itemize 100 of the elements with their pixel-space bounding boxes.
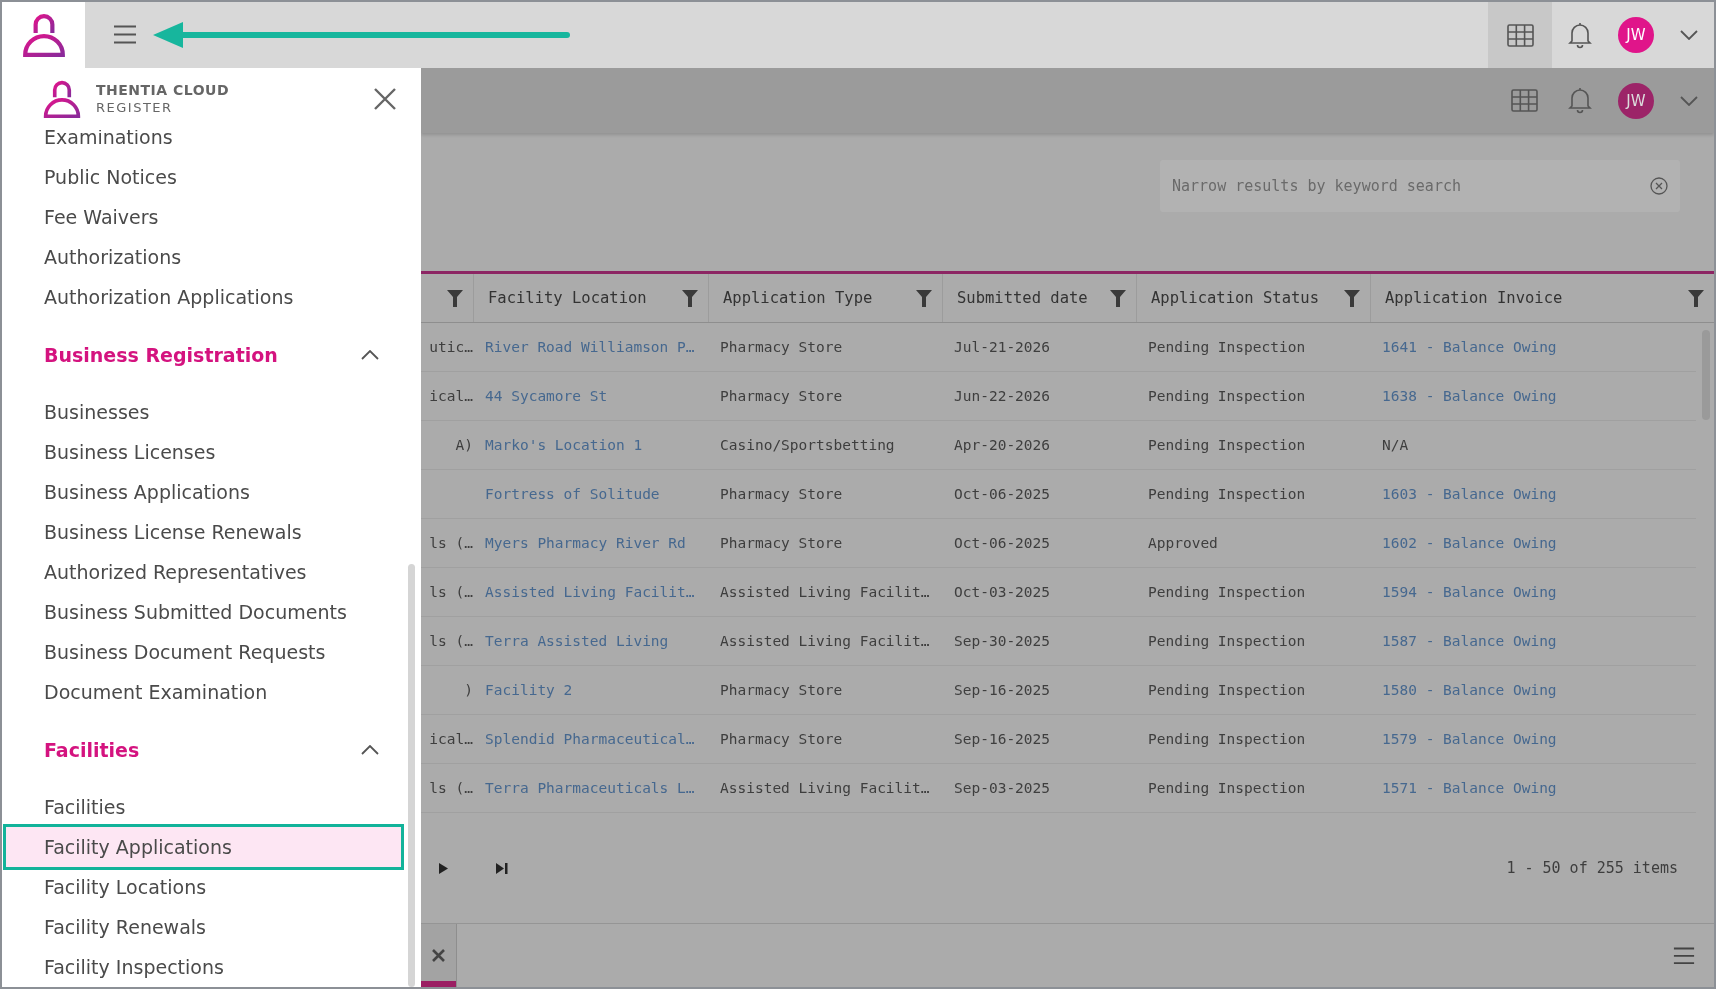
table-cell-text: utic… [428, 338, 473, 357]
menu-icon [113, 25, 137, 45]
table-cell-text: ls (… [428, 779, 473, 798]
chevron-down-icon [1680, 30, 1698, 40]
table-cell-text: Pharmacy Store [719, 681, 844, 700]
clear-icon[interactable] [1650, 177, 1668, 195]
column-header[interactable]: Facility Location [488, 289, 676, 307]
sidebar-item[interactable]: Authorizations [6, 237, 401, 277]
play-icon [439, 862, 448, 874]
table-cell-text: Apr-20-2026 [953, 436, 1052, 455]
table-cell-text: Oct-03-2025 [953, 583, 1052, 602]
filter-icon[interactable] [1688, 289, 1704, 307]
table-cell-text: Sep-30-2025 [953, 632, 1052, 651]
chevron-up-icon [361, 745, 379, 755]
sidebar-item[interactable]: Public Notices [6, 157, 401, 197]
chevron-up-icon [361, 350, 379, 360]
table-cell-text: Jun-22-2026 [953, 387, 1052, 406]
user-avatar[interactable]: JW [1618, 82, 1654, 119]
table-cell-text: Oct-06-2025 [953, 485, 1052, 504]
filter-icon[interactable] [916, 289, 932, 307]
brand-product: REGISTER [96, 99, 174, 116]
sidebar-item[interactable]: Facility Applications [6, 827, 401, 867]
sidebar-section-header[interactable]: Facilities [2, 730, 405, 770]
sidebar-item[interactable]: Authorization Applications [6, 277, 401, 317]
table-cell-text: Pending Inspection [1147, 436, 1307, 455]
table-cell-text: ical… [428, 387, 473, 406]
table-cell-text: Pending Inspection [1147, 583, 1307, 602]
filter-icon[interactable] [447, 289, 463, 307]
table-cell-text: ls (… [428, 534, 473, 553]
sidebar-item[interactable]: Businesses [6, 392, 401, 432]
sidebar-item[interactable]: Facilities [6, 787, 401, 827]
last-page-button[interactable] [496, 862, 508, 874]
table-cell-text: Pharmacy Store [719, 485, 844, 504]
close-icon [432, 949, 445, 962]
table-cell-text: Pending Inspection [1147, 779, 1307, 798]
next-page-button[interactable] [439, 862, 448, 874]
sidebar-item[interactable]: Fee Waivers [6, 197, 401, 237]
scrollbar[interactable] [408, 564, 415, 987]
sidebar-item[interactable]: Facility Renewals [6, 907, 401, 947]
sidebar-section-header[interactable]: Business Registration [2, 335, 405, 375]
skip-end-icon [496, 862, 508, 874]
sidebar-item[interactable]: Facility Locations [6, 867, 401, 907]
search-field[interactable]: Narrow results by keyword search [1160, 160, 1680, 212]
table-cell-text: Assisted Living Facilit… [719, 779, 931, 798]
sidebar-item[interactable]: Examinations [6, 130, 401, 157]
grid-icon [1506, 23, 1534, 47]
column-header[interactable]: Application Status [1151, 289, 1338, 307]
apps-button[interactable] [1488, 2, 1552, 68]
table-cell-text: Casino/Sportsbetting [719, 436, 896, 455]
table-cell-text: Assisted Living Facilit… [719, 632, 931, 651]
table-cell-text: Pending Inspection [1147, 730, 1307, 749]
column-header[interactable]: Submitted date [957, 289, 1104, 307]
table-cell-text: Pharmacy Store [719, 387, 844, 406]
table-cell-text: Assisted Living Facilit… [719, 583, 931, 602]
user-avatar[interactable]: JW [1618, 17, 1654, 53]
table-cell-text: Pharmacy Store [719, 730, 844, 749]
filter-icon[interactable] [1110, 289, 1126, 307]
column-header[interactable]: Application Type [723, 289, 910, 307]
chevron-down-icon [1680, 95, 1698, 106]
grid-icon [1510, 89, 1538, 112]
sidebar-item[interactable]: Business License Renewals [6, 512, 401, 552]
sidebar-item[interactable]: Business Licenses [6, 432, 401, 472]
filter-icon[interactable] [682, 289, 698, 307]
close-icon [373, 87, 397, 111]
table-cell-text: Approved [1147, 534, 1219, 553]
menu-icon [1673, 946, 1695, 965]
table-cell-text: ical… [428, 730, 473, 749]
pager-summary: 1 - 50 of 255 items [1506, 859, 1678, 877]
table-cell-text: Pending Inspection [1147, 387, 1307, 406]
sidebar-item[interactable]: Business Submitted Documents [6, 592, 401, 632]
table-cell-text: ls (… [428, 632, 473, 651]
table-cell-text: Pharmacy Store [719, 534, 844, 553]
table-cell-text: Oct-06-2025 [953, 534, 1052, 553]
table-cell-text: Pending Inspection [1147, 681, 1307, 700]
bell-icon [1568, 21, 1592, 49]
table-cell-text: A) [454, 436, 473, 455]
filter-icon[interactable] [1344, 289, 1360, 307]
table-cell-text: Jul-21-2026 [953, 338, 1052, 357]
column-header[interactable]: Application Invoice [1385, 289, 1682, 307]
sidebar-item[interactable]: Business Applications [6, 472, 401, 512]
sidebar-item[interactable]: Document Examination [6, 672, 401, 712]
table-cell-text: Sep-16-2025 [953, 730, 1052, 749]
table-cell-text: Pharmacy Store [719, 338, 844, 357]
sidebar-item[interactable]: Facility Inspections [6, 947, 401, 987]
table-cell-text: ls (… [428, 583, 473, 602]
close-button[interactable] [373, 87, 397, 111]
table-cell-text: Pending Inspection [1147, 338, 1307, 357]
bell-icon [1568, 87, 1592, 114]
table-cell-text: N/A [1381, 436, 1410, 455]
logo-icon [42, 79, 82, 119]
sidebar-item[interactable]: Authorized Representatives [6, 552, 401, 592]
table-cell-text: Sep-16-2025 [953, 681, 1052, 700]
table-cell-text: Pending Inspection [1147, 632, 1307, 651]
table-cell-text: Pending Inspection [1147, 485, 1307, 504]
brand-name: THENTIA CLOUD [96, 82, 230, 99]
table-cell-text: ) [463, 681, 473, 700]
logo-icon [20, 12, 67, 58]
table-cell-text: Sep-03-2025 [953, 779, 1052, 798]
close-tab-button[interactable] [421, 924, 457, 987]
sidebar-item[interactable]: Business Document Requests [6, 632, 401, 672]
